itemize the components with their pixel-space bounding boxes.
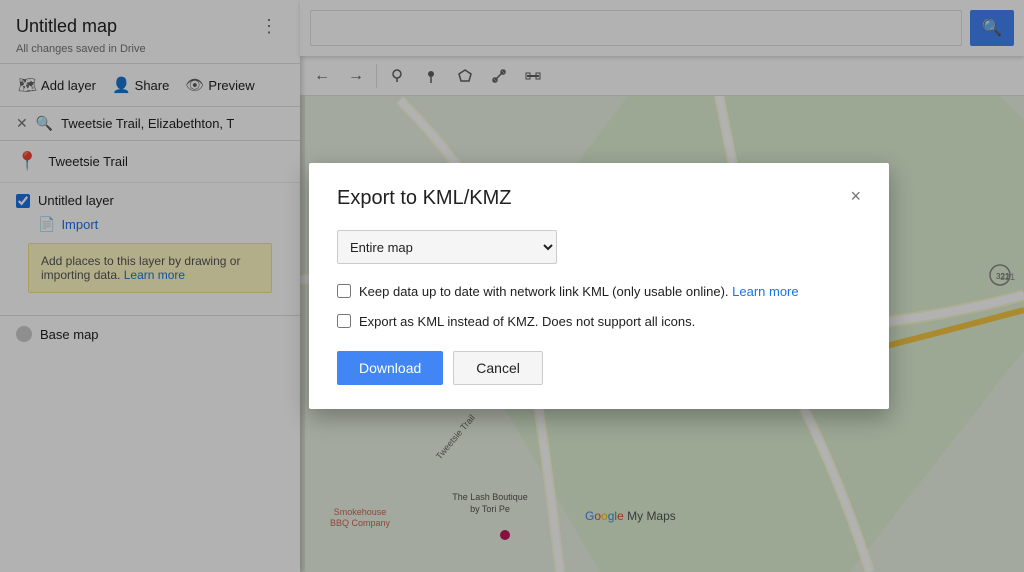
dialog-header: Export to KML/KMZ × <box>337 187 861 210</box>
cancel-button[interactable]: Cancel <box>453 351 543 385</box>
kml-export-label: Export as KML instead of KMZ. Does not s… <box>359 312 695 332</box>
network-link-checkbox[interactable] <box>337 284 351 298</box>
network-link-label: Keep data up to date with network link K… <box>359 282 799 302</box>
export-scope-select[interactable]: Entire map Untitled layer <box>337 230 557 264</box>
dialog-close-button[interactable]: × <box>850 187 861 205</box>
kml-export-checkbox[interactable] <box>337 314 351 328</box>
download-button[interactable]: Download <box>337 351 443 385</box>
dialog-actions: Download Cancel <box>337 351 861 385</box>
export-dialog: Export to KML/KMZ × Entire map Untitled … <box>309 163 889 409</box>
kml-export-checkbox-row: Export as KML instead of KMZ. Does not s… <box>337 312 861 332</box>
dialog-title: Export to KML/KMZ <box>337 187 512 210</box>
learn-more-link-dialog[interactable]: Learn more <box>732 284 798 299</box>
dialog-select-row: Entire map Untitled layer <box>337 230 861 264</box>
network-link-checkbox-row: Keep data up to date with network link K… <box>337 282 861 302</box>
